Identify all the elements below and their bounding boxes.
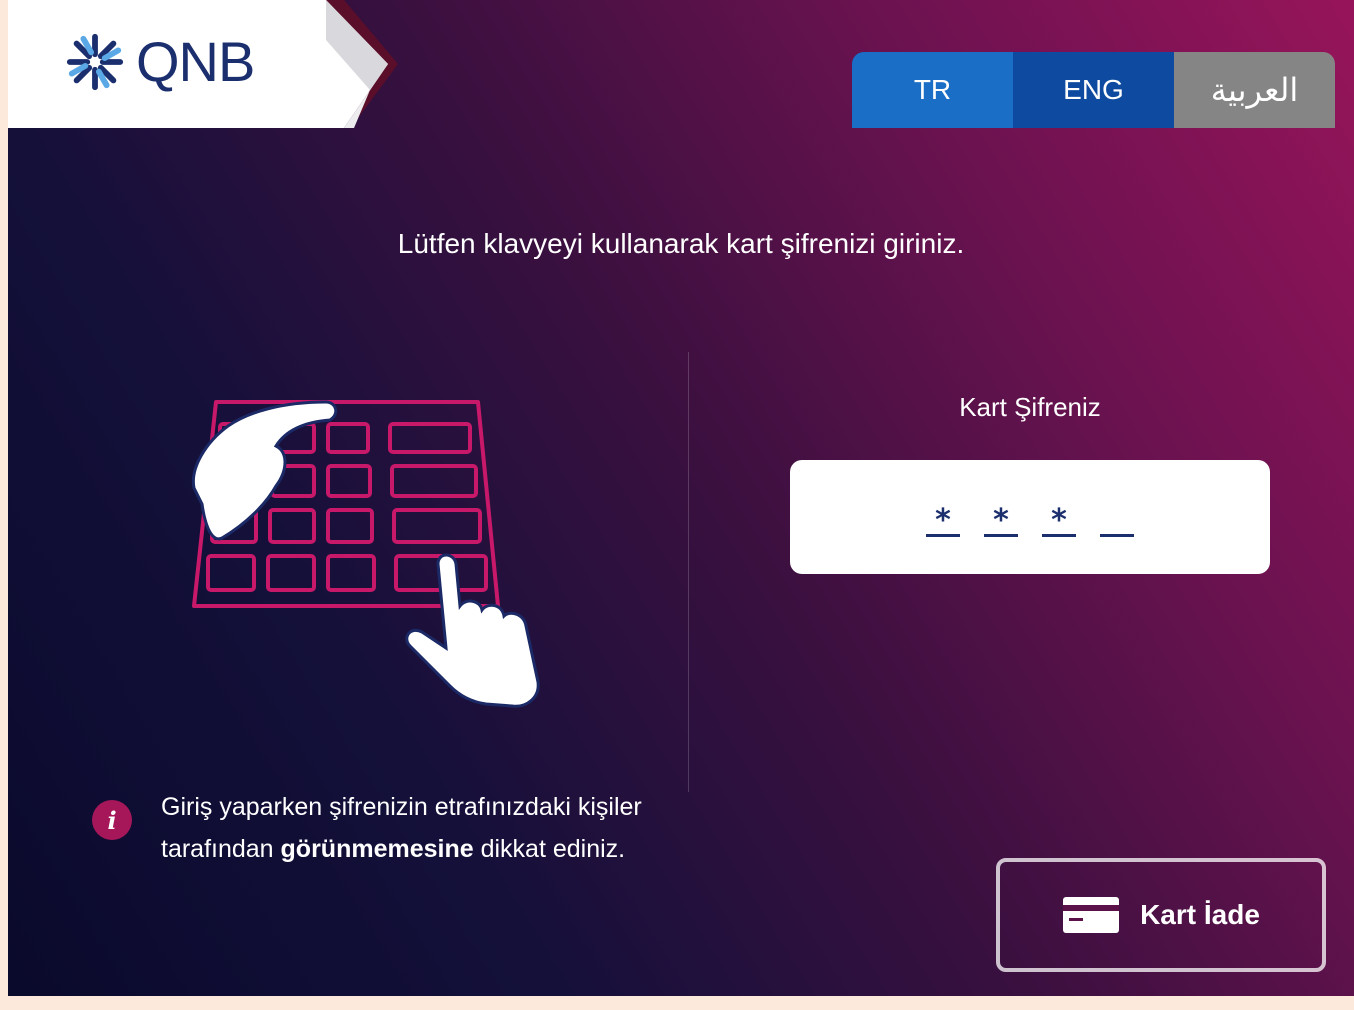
privacy-info-text: Giriş yaparken şifrenizin etrafınızdaki … bbox=[161, 786, 681, 870]
vertical-divider bbox=[688, 352, 689, 792]
language-selector: TR ENG العربية bbox=[852, 52, 1335, 128]
qnb-logo-text: QNB bbox=[136, 30, 255, 93]
pin-digit: * bbox=[1042, 497, 1076, 537]
card-return-button[interactable]: Kart İade bbox=[996, 858, 1326, 972]
pin-label: Kart Şifreniz bbox=[959, 392, 1101, 422]
card-return-label: Kart İade bbox=[1140, 899, 1260, 930]
instruction-text: Lütfen klavyeyi kullanarak kart şifreniz… bbox=[397, 228, 965, 259]
language-tr-button[interactable]: TR bbox=[852, 52, 1013, 128]
logo-tab: QNB bbox=[8, 0, 398, 128]
info-icon: i bbox=[92, 800, 132, 840]
card-icon bbox=[1063, 897, 1120, 933]
language-eng-button[interactable]: ENG bbox=[1013, 52, 1174, 128]
qnb-logo-mark-icon bbox=[66, 33, 124, 91]
atm-screen: QNB TR ENG العربية Lütfen klavyeyi kulla… bbox=[8, 0, 1354, 996]
qnb-logo: QNB bbox=[64, 30, 255, 94]
info-text-bold: görünmemesine bbox=[280, 835, 474, 863]
pin-digit: * bbox=[984, 497, 1018, 537]
pin-digit: * bbox=[926, 497, 960, 537]
info-text-part: dikkat ediniz. bbox=[473, 835, 626, 863]
language-arabic-button[interactable]: العربية bbox=[1174, 52, 1335, 128]
pin-input[interactable]: * * * bbox=[790, 460, 1270, 574]
keypad-hand-icon bbox=[191, 400, 540, 708]
pin-digit bbox=[1100, 497, 1134, 537]
keypad-illustration bbox=[176, 386, 576, 716]
